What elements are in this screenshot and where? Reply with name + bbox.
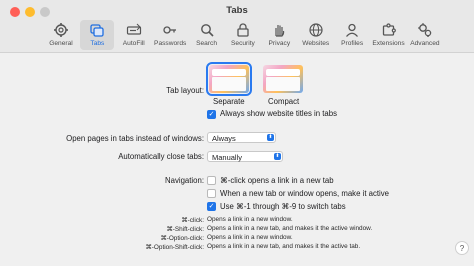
shortcut-description: Opens a link in a new tab, and makes it … xyxy=(207,243,361,250)
shortcut-key: ⌘-click: xyxy=(181,217,204,224)
hand-icon xyxy=(275,25,285,37)
toolbar-item-passwords[interactable]: Passwords xyxy=(153,20,187,50)
toolbar-item-privacy[interactable]: Privacy xyxy=(262,20,296,50)
shortcut-key: ⌘-Shift-click: xyxy=(166,226,204,233)
tabs-icon xyxy=(90,24,105,37)
make-active-checkbox[interactable] xyxy=(207,189,216,198)
toolbar-label-profiles: Profiles xyxy=(341,40,364,47)
separate-layout-thumbnail[interactable] xyxy=(206,62,252,96)
shortcut-description: Opens a link in a new window. xyxy=(207,216,293,223)
person-icon xyxy=(346,23,359,37)
globe-icon xyxy=(309,23,323,37)
toolbar-item-advanced[interactable]: Advanced xyxy=(408,20,442,50)
toolbar-label-search: Search xyxy=(196,40,218,47)
compact-layout-label: Compact xyxy=(268,97,300,106)
toolbar-item-profiles[interactable]: Profiles xyxy=(335,20,369,50)
switch-tabs-checkbox[interactable]: ✓ xyxy=(207,202,216,211)
toolbar-item-extensions[interactable]: Extensions xyxy=(372,20,406,50)
navigation-label: Navigation: xyxy=(164,176,204,185)
puzzle-icon xyxy=(382,23,396,36)
autofill-icon xyxy=(126,23,141,35)
toolbar-item-security[interactable]: Security xyxy=(226,20,260,50)
toolbar-item-autofill[interactable]: AutoFill xyxy=(117,20,151,50)
toolbar-label-privacy: Privacy xyxy=(268,40,291,47)
lock-icon xyxy=(237,23,249,37)
preferences-toolbar: General Tabs AutoFill Passwords Search S… xyxy=(44,20,444,50)
search-icon xyxy=(200,24,214,37)
make-active-label: When a new tab or window opens, make it … xyxy=(220,189,390,198)
tab-layout-label: Tab layout: xyxy=(166,86,204,95)
auto-close-value: Manually xyxy=(212,153,243,162)
toolbar-label-security: Security xyxy=(231,40,255,47)
toolbar-label-passwords: Passwords xyxy=(154,40,187,47)
toolbar-item-search[interactable]: Search xyxy=(190,20,224,50)
chevron-updown-icon: ⬍ xyxy=(274,153,281,160)
open-pages-popup[interactable]: Always ⬍ xyxy=(207,132,276,143)
open-pages-value: Always xyxy=(212,134,236,143)
compact-layout-thumbnail[interactable] xyxy=(263,65,303,93)
cmd-click-label: ⌘-click opens a link in a new tab xyxy=(220,176,334,185)
separate-layout-label: Separate xyxy=(213,97,245,106)
toolbar-item-general[interactable]: General xyxy=(44,20,78,50)
toolbar-label-extensions: Extensions xyxy=(372,40,405,47)
title-bar: Tabs General Tabs AutoFill Passwords Sea… xyxy=(0,0,474,53)
shortcut-description: Opens a link in a new tab, and makes it … xyxy=(207,225,373,232)
shortcut-key: ⌘-Option-click: xyxy=(160,235,204,242)
switch-tabs-label: Use ⌘-1 through ⌘-9 to switch tabs xyxy=(220,202,346,211)
toolbar-label-general: General xyxy=(49,40,73,47)
gears-icon xyxy=(418,23,432,37)
toolbar-label-autofill: AutoFill xyxy=(122,40,145,47)
shortcut-key: ⌘-Option-Shift-click: xyxy=(145,244,204,251)
gear-icon xyxy=(54,23,68,37)
toolbar-item-tabs[interactable]: Tabs xyxy=(80,20,115,50)
open-pages-label: Open pages in tabs instead of windows: xyxy=(66,134,204,143)
auto-close-label: Automatically close tabs: xyxy=(118,152,204,161)
toolbar-label-websites: Websites xyxy=(302,40,330,47)
chevron-updown-icon: ⬍ xyxy=(267,134,274,141)
help-button[interactable]: ? xyxy=(455,241,469,255)
window-title: Tabs xyxy=(226,5,248,16)
shortcut-description: Opens a link in a new window. xyxy=(207,234,293,241)
tabs-settings-pane: Tab layout: Separate Compact ✓ Always sh… xyxy=(0,53,474,266)
show-titles-label: Always show website titles in tabs xyxy=(220,109,338,118)
show-titles-checkbox[interactable]: ✓ xyxy=(207,110,216,119)
toolbar-item-websites[interactable]: Websites xyxy=(299,20,333,50)
key-icon xyxy=(163,26,177,34)
cmd-click-checkbox[interactable] xyxy=(207,176,216,185)
toolbar-label-advanced: Advanced xyxy=(410,40,440,47)
toolbar-label-tabs: Tabs xyxy=(90,40,105,47)
auto-close-popup[interactable]: Manually ⬍ xyxy=(207,151,283,162)
